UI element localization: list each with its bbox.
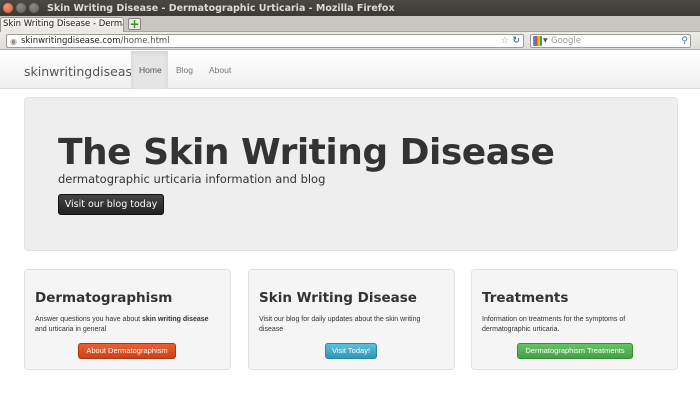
treatments-button[interactable]: Dermatographism Treatments (517, 343, 633, 359)
site-brand[interactable]: skinwritingdisease (24, 64, 140, 79)
card-skin-writing-disease: Skin Writing Disease Visit our blog for … (248, 269, 455, 370)
search-icon[interactable]: ⚲ (681, 35, 688, 47)
card-text-bold: skin writing disease (142, 316, 209, 323)
card-text: Answer questions you have about skin wri… (35, 315, 221, 335)
site-navbar: skinwritingdisease Home Blog About (0, 51, 700, 89)
hero-heading: The Skin Writing Disease (58, 132, 555, 173)
google-engine-icon[interactable] (533, 36, 542, 46)
url-domain: skinwritingdisease.com (21, 36, 121, 46)
browser-tab[interactable]: Skin Writing Disease - Dermat... (0, 17, 124, 32)
card-title: Treatments (482, 290, 569, 306)
card-text-part: and urticaria in general (35, 326, 107, 333)
window-controls (3, 3, 39, 13)
nav-about[interactable]: About (201, 51, 239, 89)
window-minimize-icon[interactable] (16, 3, 26, 13)
site-nav-links: Home Blog About (131, 51, 239, 89)
nav-blog[interactable]: Blog (168, 51, 201, 89)
bookmark-star-icon[interactable]: ☆ (501, 35, 509, 47)
nav-home[interactable]: Home (131, 51, 168, 89)
url-bar[interactable]: ◉ skinwritingdisease.com/home.html ☆ ↻ (6, 34, 524, 48)
browser-toolbar: ◉ skinwritingdisease.com/home.html ☆ ↻ ▼… (0, 32, 700, 50)
card-title: Dermatographism (35, 290, 173, 306)
hero-tagline: dermatographic urticaria information and… (58, 172, 326, 186)
card-text-part: Answer questions you have about (35, 316, 143, 323)
url-path: /home.html (120, 36, 170, 46)
about-dermatographism-button[interactable]: About Dermatographism (78, 343, 176, 359)
window-close-icon[interactable] (3, 3, 13, 13)
site-identity-icon[interactable]: ◉ (10, 36, 17, 48)
visit-blog-button[interactable]: Visit our blog today (58, 194, 164, 215)
search-input[interactable]: ▼ Google ⚲ (530, 34, 691, 48)
chevron-down-icon[interactable]: ▼ (543, 35, 548, 47)
card-text: Information on treatments for the sympto… (482, 316, 626, 333)
visit-today-button[interactable]: Visit Today! (325, 343, 377, 359)
new-tab-button[interactable]: + (128, 18, 141, 30)
tab-strip: Skin Writing Disease - Dermat... + (0, 16, 700, 32)
hero-unit: The Skin Writing Disease dermatographic … (24, 97, 678, 251)
card-text: Visit our blog for daily updates about t… (259, 316, 421, 333)
card-treatments: Treatments Information on treatments for… (471, 269, 678, 370)
web-page: skinwritingdisease Home Blog About The S… (0, 51, 700, 416)
search-placeholder: Google (551, 36, 581, 46)
card-dermatographism: Dermatographism Answer questions you hav… (24, 269, 231, 370)
window-maximize-icon[interactable] (29, 3, 39, 13)
card-title: Skin Writing Disease (259, 290, 417, 306)
reload-icon[interactable]: ↻ (512, 35, 520, 47)
window-titlebar: Skin Writing Disease - Dermatographic Ur… (0, 0, 700, 16)
window-title: Skin Writing Disease - Dermatographic Ur… (47, 2, 395, 14)
